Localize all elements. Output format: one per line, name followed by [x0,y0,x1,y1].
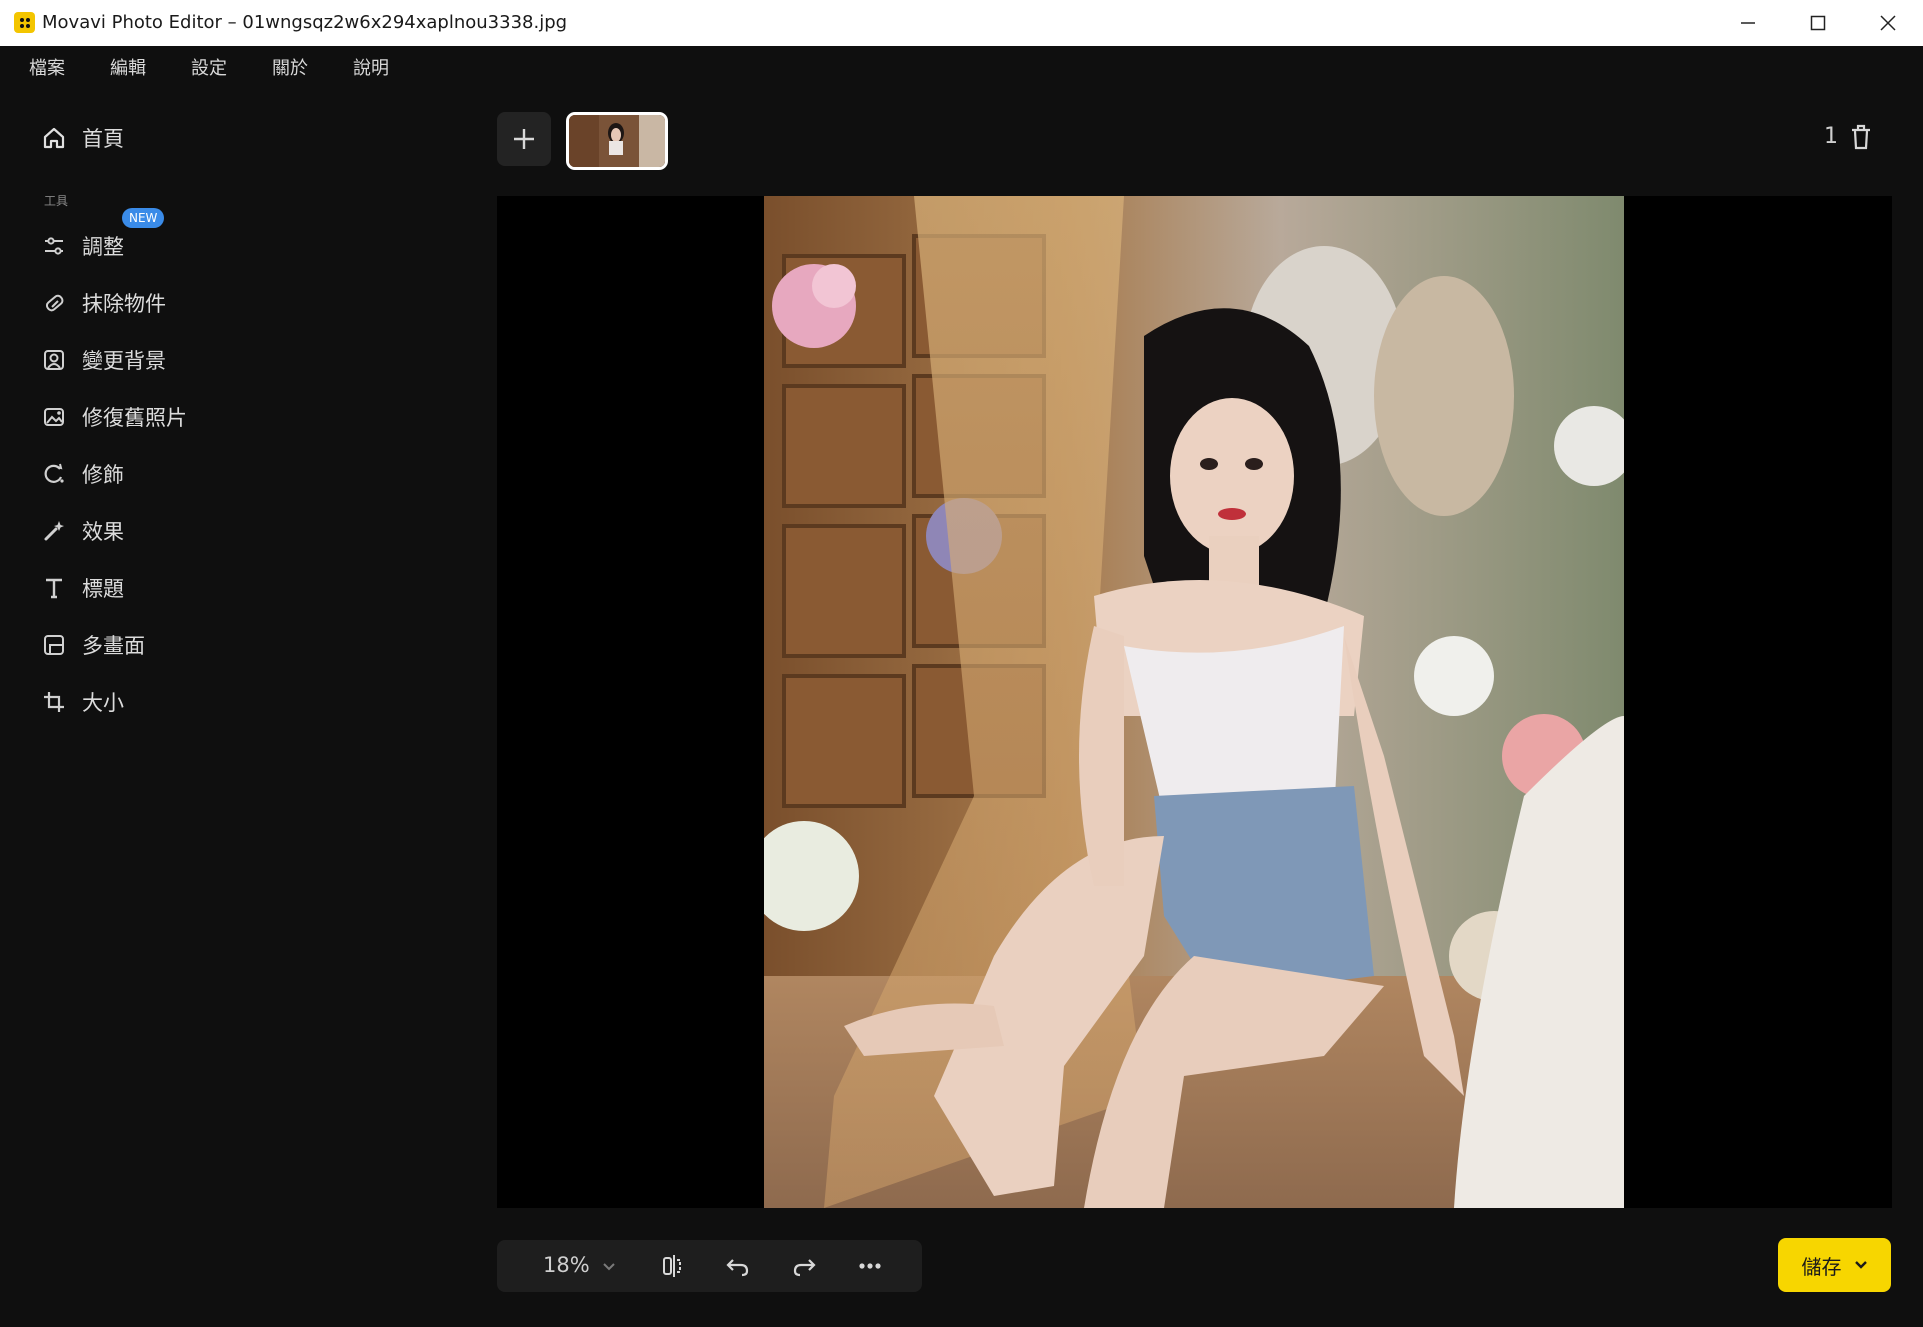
sidebar-item-label: 變更背景 [82,349,166,373]
more-options-icon[interactable] [856,1252,884,1280]
sidebar-item-size[interactable]: 大小 [40,682,124,722]
app-logo-icon [14,12,35,33]
close-button[interactable] [1853,0,1923,46]
tools-section-label: 工具 [44,194,69,208]
menu-bar: 檔案 編輯 設定 關於 說明 [0,46,1923,86]
menu-file[interactable]: 檔案 [29,54,65,80]
sliders-icon [45,237,63,255]
sidebar-item-adjust[interactable]: 調整 [40,226,124,266]
sidebar-item-label: 標題 [82,577,124,601]
sidebar-item-label: 修飾 [82,463,124,487]
redo-icon[interactable] [790,1252,818,1280]
zoom-dropdown[interactable]: 18% [543,1253,616,1277]
new-badge: NEW [122,208,165,228]
delete-button[interactable] [1846,122,1876,152]
menu-help[interactable]: 說明 [353,54,389,80]
frames-icon [44,635,64,655]
sidebar-item-restore-old-photos[interactable]: 修復舊照片 [40,397,187,437]
save-button-label: 儲存 [1801,1254,1842,1279]
menu-about[interactable]: 關於 [272,54,308,80]
photo-preview [764,196,1624,1208]
crop-icon [44,692,64,712]
magic-wand-icon [44,521,64,541]
sidebar: 首頁 工具 NEW 調整 抹除物件 變更背景 修復舊照片 修飾 效果 標題 多畫… [0,86,480,1326]
image-thumbnail[interactable] [566,112,668,170]
compare-icon[interactable] [658,1252,686,1280]
sidebar-item-change-background[interactable]: 變更背景 [40,340,166,380]
sidebar-item-label: 抹除物件 [82,292,166,316]
undo-icon[interactable] [724,1252,752,1280]
plus-icon [514,129,534,149]
sidebar-item-erase-objects[interactable]: 抹除物件 [40,283,166,323]
trash-icon [1852,124,1870,150]
sidebar-item-label: 調整 [82,235,124,259]
sidebar-item-label: 多畫面 [82,634,145,658]
portrait-icon [44,350,64,370]
sidebar-item-retouch[interactable]: 修飾 [40,454,124,494]
retouch-icon [44,463,64,483]
sidebar-item-multi-frame[interactable]: 多畫面 [40,625,145,665]
image-canvas[interactable] [497,196,1892,1208]
sidebar-item-label: 大小 [82,691,124,715]
restore-photo-icon [44,408,64,426]
sidebar-item-label: 首頁 [82,127,124,151]
chevron-down-icon [603,1263,616,1271]
sidebar-item-home[interactable]: 首頁 [40,118,124,158]
eraser-icon [45,294,64,312]
menu-settings[interactable]: 設定 [191,54,227,80]
window-title: Movavi Photo Editor – 01wngsqz2w6x294xap… [42,12,568,33]
sidebar-item-label: 修復舊照片 [82,406,187,430]
menu-edit[interactable]: 編輯 [110,54,146,80]
sidebar-item-label: 效果 [82,520,124,544]
home-icon [43,127,65,149]
text-icon [46,578,62,599]
sidebar-item-titles[interactable]: 標題 [40,568,124,608]
image-count: 1 [1824,124,1838,149]
sidebar-item-effects[interactable]: 效果 [40,511,124,551]
zoom-value: 18% [543,1253,590,1277]
save-button[interactable]: 儲存 [1778,1238,1891,1292]
title-bar: Movavi Photo Editor – 01wngsqz2w6x294xap… [0,0,1923,46]
minimize-button[interactable] [1713,0,1783,46]
maximize-button[interactable] [1783,0,1853,46]
chevron-down-icon [1854,1261,1867,1269]
bottom-toolbar: 18% [497,1240,922,1292]
add-image-button[interactable] [497,112,551,166]
